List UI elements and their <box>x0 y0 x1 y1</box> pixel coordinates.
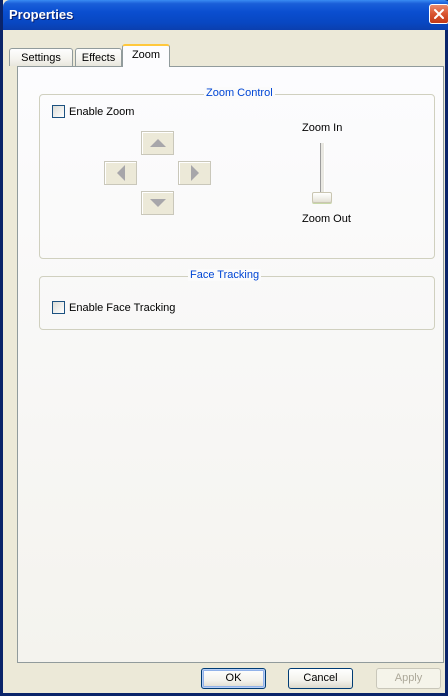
down-arrow-icon <box>149 199 166 207</box>
apply-button[interactable]: Apply <box>376 668 441 689</box>
close-button[interactable] <box>429 4 448 24</box>
zoom-slider-thumb[interactable] <box>312 192 332 203</box>
ok-button[interactable]: OK <box>201 668 266 689</box>
zoom-tab-panel: Zoom Control Enable Zoom Zoom In Zoom Ou… <box>17 66 444 663</box>
enable-zoom-option[interactable]: Enable Zoom <box>52 105 134 118</box>
zoom-in-label: Zoom In <box>302 122 343 134</box>
window-title: Properties <box>9 7 74 22</box>
properties-window: Properties Settings Effects Zoom Zoom Co… <box>0 0 448 696</box>
pan-down-button[interactable] <box>141 191 174 215</box>
face-tracking-legend: Face Tracking <box>188 269 262 281</box>
up-arrow-icon <box>149 139 166 147</box>
enable-face-tracking-label: Enable Face Tracking <box>69 301 176 314</box>
tab-zoom[interactable]: Zoom <box>122 44 170 67</box>
tab-settings[interactable]: Settings <box>9 48 73 66</box>
title-bar[interactable]: Properties <box>3 0 448 30</box>
left-arrow-icon <box>116 165 125 181</box>
enable-zoom-checkbox[interactable] <box>52 105 65 118</box>
enable-zoom-label: Enable Zoom <box>69 105 135 118</box>
pan-up-button[interactable] <box>141 131 174 155</box>
enable-face-tracking-checkbox[interactable] <box>52 301 65 314</box>
close-icon <box>434 9 444 19</box>
pan-right-button[interactable] <box>178 161 211 185</box>
zoom-control-legend: Zoom Control <box>204 87 275 99</box>
pan-left-button[interactable] <box>104 161 137 185</box>
zoom-control-group <box>39 94 435 259</box>
zoom-out-label: Zoom Out <box>302 213 351 225</box>
enable-face-tracking-option[interactable]: Enable Face Tracking <box>52 301 175 314</box>
cancel-button[interactable]: Cancel <box>288 668 353 689</box>
right-arrow-icon <box>190 165 199 181</box>
tab-effects[interactable]: Effects <box>75 48 122 66</box>
